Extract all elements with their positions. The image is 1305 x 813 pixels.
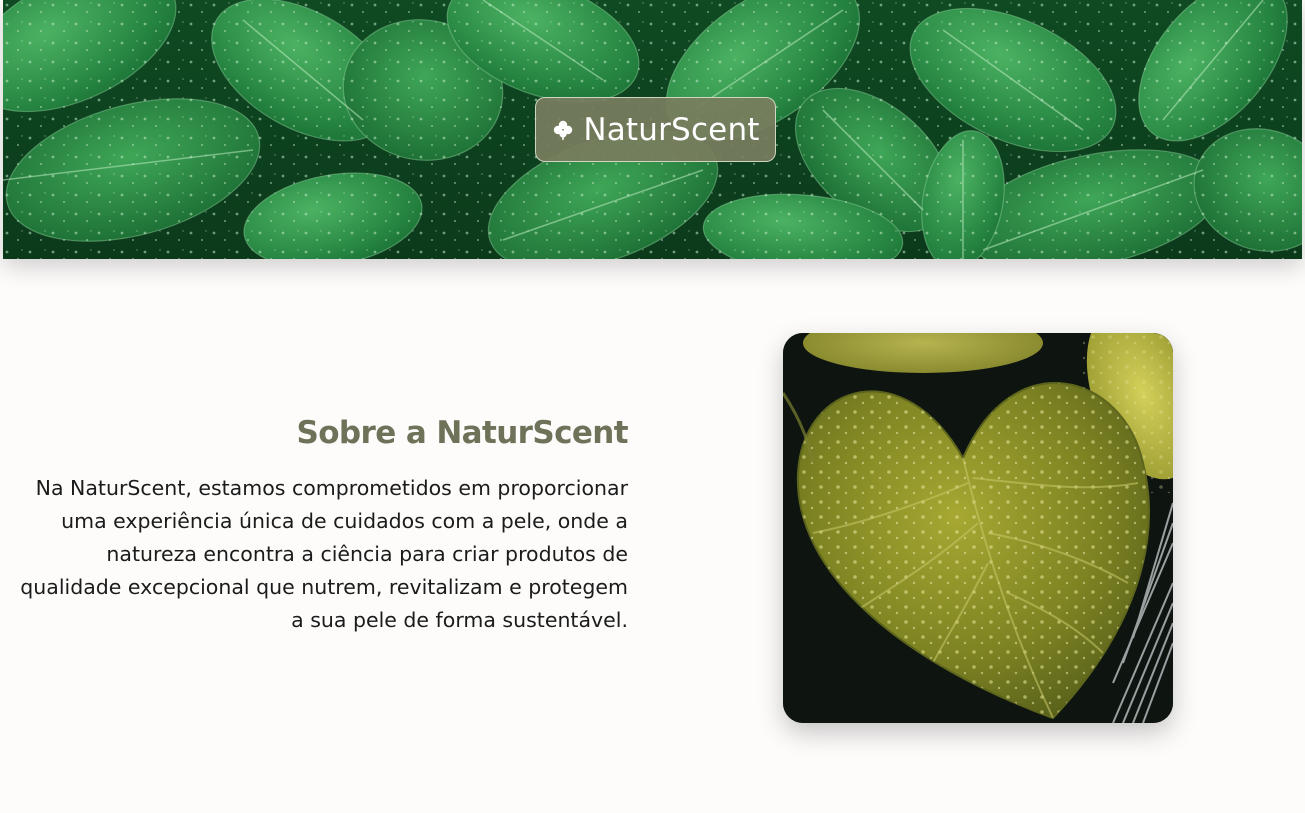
about-leaf-image [783,333,1173,723]
hero-banner: NaturScent [3,0,1302,259]
brand-logo[interactable]: NaturScent [535,97,776,162]
brand-name: NaturScent [583,111,760,148]
clover-icon [551,118,575,142]
about-section: Sobre a NaturScent Na NaturScent, estamo… [20,412,628,637]
about-description: Na NaturScent, estamos comprometidos em … [20,476,628,632]
page: NaturScent Sobre a NaturScent Na NaturSc… [0,0,1305,813]
about-title: Sobre a NaturScent [296,415,629,451]
